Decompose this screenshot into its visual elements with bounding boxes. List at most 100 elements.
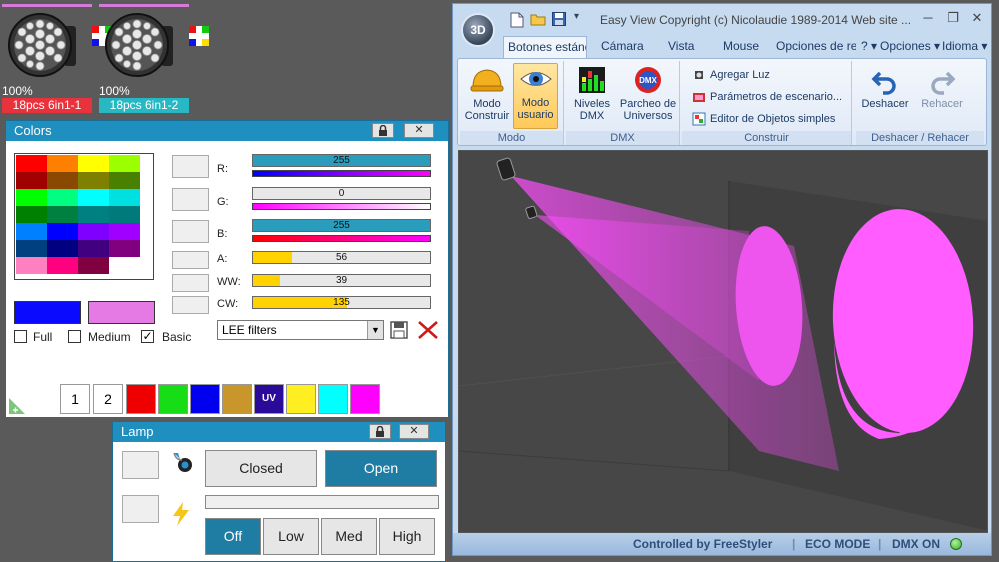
basic-checkbox[interactable]: ✓ [141, 330, 154, 343]
cool-white-preset-swatch[interactable] [172, 296, 209, 314]
window-close-button[interactable]: ✕ [966, 10, 988, 26]
editor-objetos-button[interactable]: Editor de Objetos simples [710, 113, 835, 125]
palette-color-cell[interactable] [47, 257, 78, 274]
palette-color-cell[interactable] [78, 206, 109, 223]
blue-slider[interactable]: 255 [252, 219, 431, 232]
save-icon[interactable] [390, 321, 408, 339]
tab-mouse[interactable]: Mouse [723, 39, 759, 53]
tab-botones[interactable]: Botones estánd [503, 36, 587, 59]
lock-button[interactable] [372, 123, 394, 138]
open-folder-icon[interactable] [530, 12, 546, 26]
customize-toolbar-icon[interactable]: ▾ [574, 11, 579, 22]
palette-color-cell[interactable] [47, 155, 78, 172]
palette-grid[interactable] [16, 155, 140, 274]
close-button[interactable]: ✕ [404, 123, 434, 138]
quick-magenta-button[interactable] [350, 384, 380, 414]
current-color-swatch[interactable] [14, 301, 81, 324]
modo-usuario-button[interactable]: Modo usuario [513, 63, 558, 129]
palette-color-cell[interactable] [16, 257, 47, 274]
palette-color-cell[interactable] [78, 189, 109, 206]
palette-color-cell[interactable] [109, 172, 140, 189]
parametros-escenario-button[interactable]: Parámetros de escenario... [710, 91, 842, 103]
palette-color-cell[interactable] [109, 240, 140, 257]
palette-color-cell[interactable] [78, 223, 109, 240]
lamp-med-button[interactable]: Med [321, 518, 377, 555]
palette-color-cell[interactable] [16, 206, 47, 223]
palette-color-cell[interactable] [109, 223, 140, 240]
lamp-preset-swatch[interactable] [122, 495, 159, 523]
preview-color-swatch[interactable] [88, 301, 155, 324]
lamp-off-button[interactable]: Off [205, 518, 261, 555]
red-preset-swatch[interactable] [172, 155, 209, 178]
tab-opciones-render[interactable]: Opciones de re [776, 39, 856, 53]
modo-construir-button[interactable]: Modo Construir [464, 65, 510, 127]
color-palette[interactable] [14, 153, 154, 280]
palette-color-cell[interactable] [47, 240, 78, 257]
green-slider[interactable]: 0 [252, 187, 431, 200]
palette-color-cell[interactable] [109, 155, 140, 172]
delete-icon[interactable] [417, 320, 439, 340]
quick-uv-button[interactable]: UV [254, 384, 284, 414]
shutter-closed-button[interactable]: Closed [205, 450, 317, 487]
cool-white-slider[interactable]: 135 [252, 296, 431, 309]
tab-idioma[interactable]: Idioma ▾ [942, 39, 987, 53]
palette-color-cell[interactable] [109, 257, 140, 274]
palette-color-cell[interactable] [47, 172, 78, 189]
palette-color-cell[interactable] [47, 189, 78, 206]
minimize-button[interactable]: ─ [917, 10, 939, 26]
palette-color-cell[interactable] [16, 172, 47, 189]
palette-color-cell[interactable] [78, 172, 109, 189]
chevron-down-icon[interactable]: ▼ [367, 321, 383, 339]
palette-color-cell[interactable] [47, 206, 78, 223]
palette-color-cell[interactable] [16, 189, 47, 206]
palette-color-cell[interactable] [78, 257, 109, 274]
filter-select[interactable]: LEE filters ▼ [217, 320, 384, 340]
palette-color-cell[interactable] [109, 206, 140, 223]
lock-button[interactable] [369, 424, 391, 439]
medium-checkbox[interactable] [68, 330, 81, 343]
resize-grip-icon[interactable] [8, 397, 26, 415]
deshacer-button[interactable]: Deshacer [858, 67, 912, 127]
fixture-2[interactable]: 100% 18pcs 6in1-2 [99, 0, 209, 115]
quick-amber-button[interactable] [222, 384, 252, 414]
amber-slider[interactable]: 56 [252, 251, 431, 264]
green-preset-swatch[interactable] [172, 188, 209, 211]
shutter-preset-swatch[interactable] [122, 451, 159, 479]
maximize-button[interactable]: ❐ [942, 10, 964, 26]
3d-viewport[interactable] [458, 150, 988, 533]
tab-help[interactable]: ? ▾ [861, 39, 877, 53]
tab-opciones[interactable]: Opciones ▾ [880, 39, 940, 53]
blue-preset-swatch[interactable] [172, 220, 209, 243]
palette-color-cell[interactable] [78, 155, 109, 172]
quick-cyan-button[interactable] [318, 384, 348, 414]
new-file-icon[interactable] [510, 12, 524, 28]
red-slider[interactable]: 255 [252, 154, 431, 167]
palette-color-cell[interactable] [16, 155, 47, 172]
parcheo-universos-button[interactable]: DMX Parcheo de Universos [618, 65, 678, 127]
palette-color-cell[interactable] [16, 240, 47, 257]
amber-preset-swatch[interactable] [172, 251, 209, 269]
palette-color-cell[interactable] [47, 223, 78, 240]
fixture-1[interactable]: 100% 18pcs 6in1-1 [2, 0, 112, 115]
rehacer-button[interactable]: Rehacer [914, 67, 970, 127]
tab-vista[interactable]: Vista [668, 39, 694, 53]
preset-2-button[interactable]: 2 [93, 384, 123, 414]
shutter-open-button[interactable]: Open [325, 450, 437, 487]
tab-camara[interactable]: Cámara [601, 39, 644, 53]
quick-yellow-button[interactable] [286, 384, 316, 414]
quick-red-button[interactable] [126, 384, 156, 414]
preset-1-button[interactable]: 1 [60, 384, 90, 414]
quick-green-button[interactable] [158, 384, 188, 414]
agregar-luz-button[interactable]: Agregar Luz [710, 69, 770, 81]
palette-color-cell[interactable] [78, 240, 109, 257]
save-icon[interactable] [552, 12, 566, 26]
warm-white-slider[interactable]: 39 [252, 274, 431, 287]
close-button[interactable]: ✕ [399, 424, 429, 439]
lamp-intensity-bar[interactable] [205, 495, 439, 509]
quick-blue-button[interactable] [190, 384, 220, 414]
warm-white-preset-swatch[interactable] [172, 274, 209, 292]
palette-color-cell[interactable] [16, 223, 47, 240]
palette-color-cell[interactable] [109, 189, 140, 206]
niveles-dmx-button[interactable]: Niveles DMX [570, 65, 614, 127]
lamp-high-button[interactable]: High [379, 518, 435, 555]
